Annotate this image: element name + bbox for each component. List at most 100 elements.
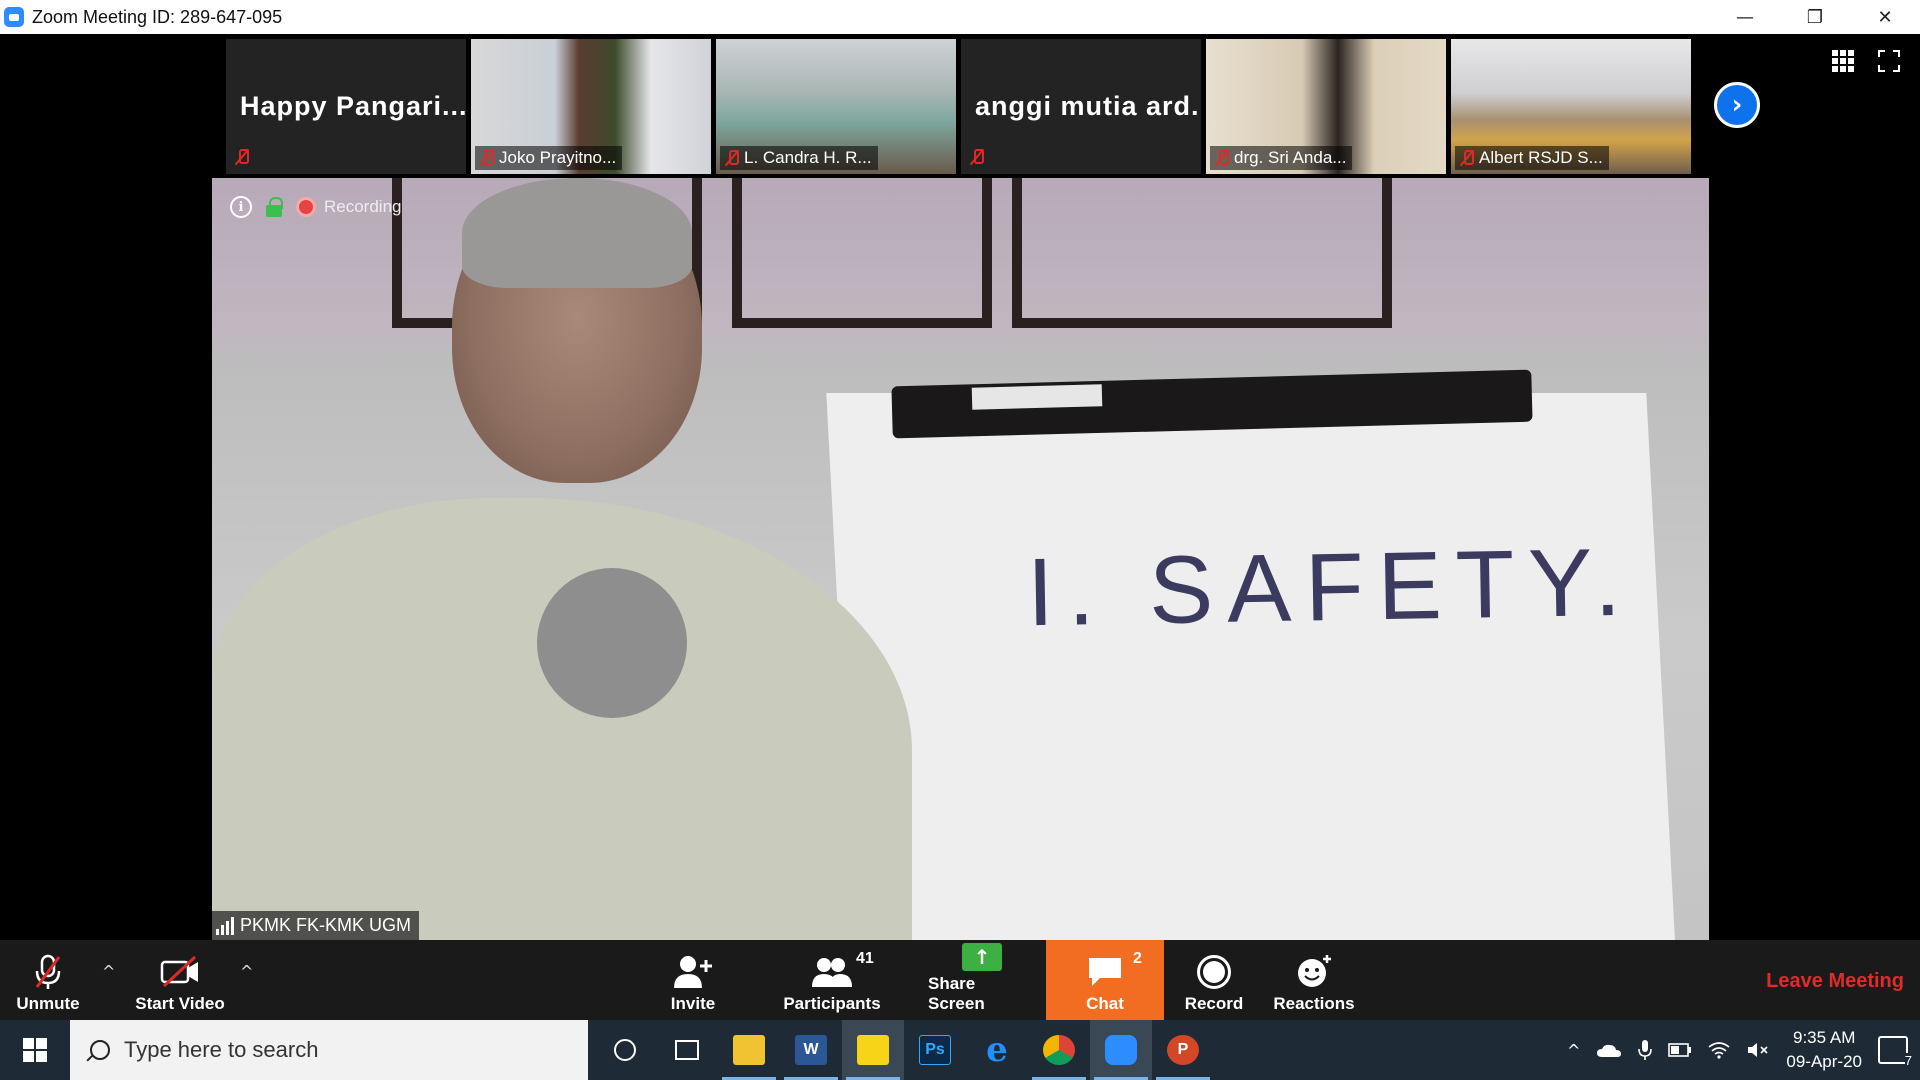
speaker-mask <box>537 568 687 718</box>
video-stage: Happy Pangari... Joko Prayitno... L. Can… <box>0 34 1920 940</box>
system-tray: ^ 9:35 AM 09-Apr-20 7 <box>1567 1020 1920 1080</box>
windows-taskbar: Type here to search W Ps e P ^ 9:35 AM 0… <box>0 1020 1920 1080</box>
cortana-button[interactable] <box>594 1020 656 1080</box>
window-title: Zoom Meeting ID: 289-647-095 <box>32 6 283 27</box>
participant-thumbnail[interactable]: Albert RSJD S... <box>1451 39 1691 174</box>
powerpoint-app[interactable]: P <box>1152 1020 1214 1080</box>
reactions-button[interactable]: Reactions <box>1272 940 1356 1020</box>
muted-mic-icon <box>1214 149 1230 167</box>
notification-count: 7 <box>1904 1053 1912 1068</box>
onedrive-cloud-icon[interactable] <box>1596 1042 1622 1058</box>
muted-mic-icon <box>1459 149 1475 167</box>
volume-muted-icon[interactable] <box>1746 1041 1770 1059</box>
record-label: Record <box>1184 994 1244 1013</box>
edge-icon: e <box>986 1030 1008 1070</box>
chat-label: Chat <box>1086 994 1124 1013</box>
chat-bubble-icon <box>1086 950 1124 994</box>
signal-strength-icon <box>216 916 234 935</box>
meeting-toolbar: Unmute ^ Start Video ^ Invite Participan… <box>0 940 1920 1020</box>
photoshop-app[interactable]: Ps <box>904 1020 966 1080</box>
participant-name: L. Candra H. R... <box>744 148 872 167</box>
file-explorer-app[interactable] <box>718 1020 780 1080</box>
zoom-app[interactable] <box>1090 1020 1152 1080</box>
word-app[interactable]: W <box>780 1020 842 1080</box>
speaker-name-tag: PKMK FK-KMK UGM <box>212 911 420 940</box>
muted-mic-icon <box>479 149 495 167</box>
encryption-lock-icon[interactable] <box>266 197 283 217</box>
speaker-name: PKMK FK-KMK UGM <box>240 915 412 935</box>
close-button[interactable]: ✕ <box>1850 0 1920 34</box>
zoom-app-icon <box>4 7 24 27</box>
search-placeholder: Type here to search <box>124 1037 319 1062</box>
meeting-status-overlay: i Recording <box>230 196 402 218</box>
record-button[interactable]: Record <box>1180 940 1248 1020</box>
participant-thumbnail[interactable]: L. Candra H. R... <box>716 39 956 174</box>
flipchart-sticker <box>971 384 1103 410</box>
audio-options-chevron-icon[interactable]: ^ <box>102 962 115 981</box>
recording-indicator: Recording <box>296 197 402 217</box>
chrome-icon <box>1043 1035 1075 1065</box>
share-screen-icon: ↑ <box>962 940 1002 974</box>
edge-app[interactable]: e <box>966 1020 1028 1080</box>
flipchart-text: I. SAFETY. <box>1026 528 1636 647</box>
share-screen-button[interactable]: ↑ Share Screen <box>928 940 1036 1020</box>
battery-icon[interactable] <box>1668 1043 1692 1057</box>
participants-count: 41 <box>856 950 874 967</box>
cortana-icon <box>614 1039 636 1061</box>
participant-thumbnail[interactable]: Happy Pangari... <box>226 39 466 174</box>
fullscreen-icon[interactable] <box>1878 50 1900 72</box>
start-video-button[interactable]: Start Video <box>130 940 230 1020</box>
participant-name: Albert RSJD S... <box>1479 148 1603 167</box>
share-screen-label: Share Screen <box>928 974 985 1013</box>
powerpoint-icon: P <box>1167 1035 1199 1065</box>
recording-label: Recording <box>324 197 402 216</box>
leave-meeting-button[interactable]: Leave Meeting <box>1766 970 1904 993</box>
gallery-view-icon[interactable] <box>1832 50 1854 72</box>
flipchart-board <box>826 393 1678 940</box>
chat-button[interactable]: Chat <box>1046 940 1164 1020</box>
view-controls <box>1832 50 1900 72</box>
invite-button[interactable]: Invite <box>660 940 726 1020</box>
show-hidden-icons-chevron-icon[interactable]: ^ <box>1567 1041 1580 1060</box>
system-clock[interactable]: 9:35 AM 09-Apr-20 <box>1786 1026 1862 1074</box>
clock-date: 09-Apr-20 <box>1786 1052 1862 1071</box>
participant-label: Joko Prayitno... <box>475 146 623 170</box>
participant-thumbnail[interactable]: drg. Sri Anda... <box>1206 39 1446 174</box>
video-options-chevron-icon[interactable]: ^ <box>240 962 253 981</box>
sticky-notes-app[interactable] <box>842 1020 904 1080</box>
microphone-icon[interactable] <box>1638 1039 1653 1061</box>
recording-dot-icon <box>296 197 316 217</box>
active-speaker-video: I. SAFETY. i Recording PKMK FK-KMK UGM <box>212 178 1709 940</box>
muted-mic-icon <box>31 950 65 994</box>
action-center-icon[interactable]: 7 <box>1878 1036 1912 1068</box>
taskbar-search[interactable]: Type here to search <box>70 1020 588 1080</box>
next-page-arrow-icon[interactable]: › <box>1714 82 1760 128</box>
window-titlebar: Zoom Meeting ID: 289-647-095 — ❐ ✕ <box>0 0 1920 34</box>
start-video-label: Start Video <box>135 994 225 1013</box>
minimize-button[interactable]: — <box>1710 0 1780 34</box>
zoom-icon <box>1105 1035 1137 1065</box>
unmute-label: Unmute <box>16 994 80 1013</box>
chrome-app[interactable] <box>1028 1020 1090 1080</box>
muted-mic-icon <box>234 148 250 166</box>
participant-label: drg. Sri Anda... <box>1210 146 1353 170</box>
restore-button[interactable]: ❐ <box>1780 0 1850 34</box>
video-off-icon <box>159 950 201 994</box>
speaker-hair <box>462 178 692 288</box>
participant-thumbnail[interactable]: Joko Prayitno... <box>471 39 711 174</box>
participant-name: Joko Prayitno... <box>499 148 617 167</box>
reactions-label: Reactions <box>1273 994 1355 1013</box>
participants-label: Participants <box>783 994 881 1013</box>
folder-icon <box>733 1035 765 1065</box>
wifi-icon[interactable] <box>1708 1041 1730 1059</box>
participant-thumbnail[interactable]: anggi mutia ard... <box>961 39 1201 174</box>
task-view-icon <box>675 1040 699 1060</box>
search-icon <box>90 1040 110 1060</box>
task-view-button[interactable] <box>656 1020 718 1080</box>
participant-name: anggi mutia ard... <box>975 91 1201 121</box>
info-icon[interactable]: i <box>230 196 252 218</box>
window-frame <box>732 178 992 328</box>
unmute-button[interactable]: Unmute <box>8 940 88 1020</box>
window-frame <box>1012 178 1392 328</box>
start-button[interactable] <box>0 1020 70 1080</box>
